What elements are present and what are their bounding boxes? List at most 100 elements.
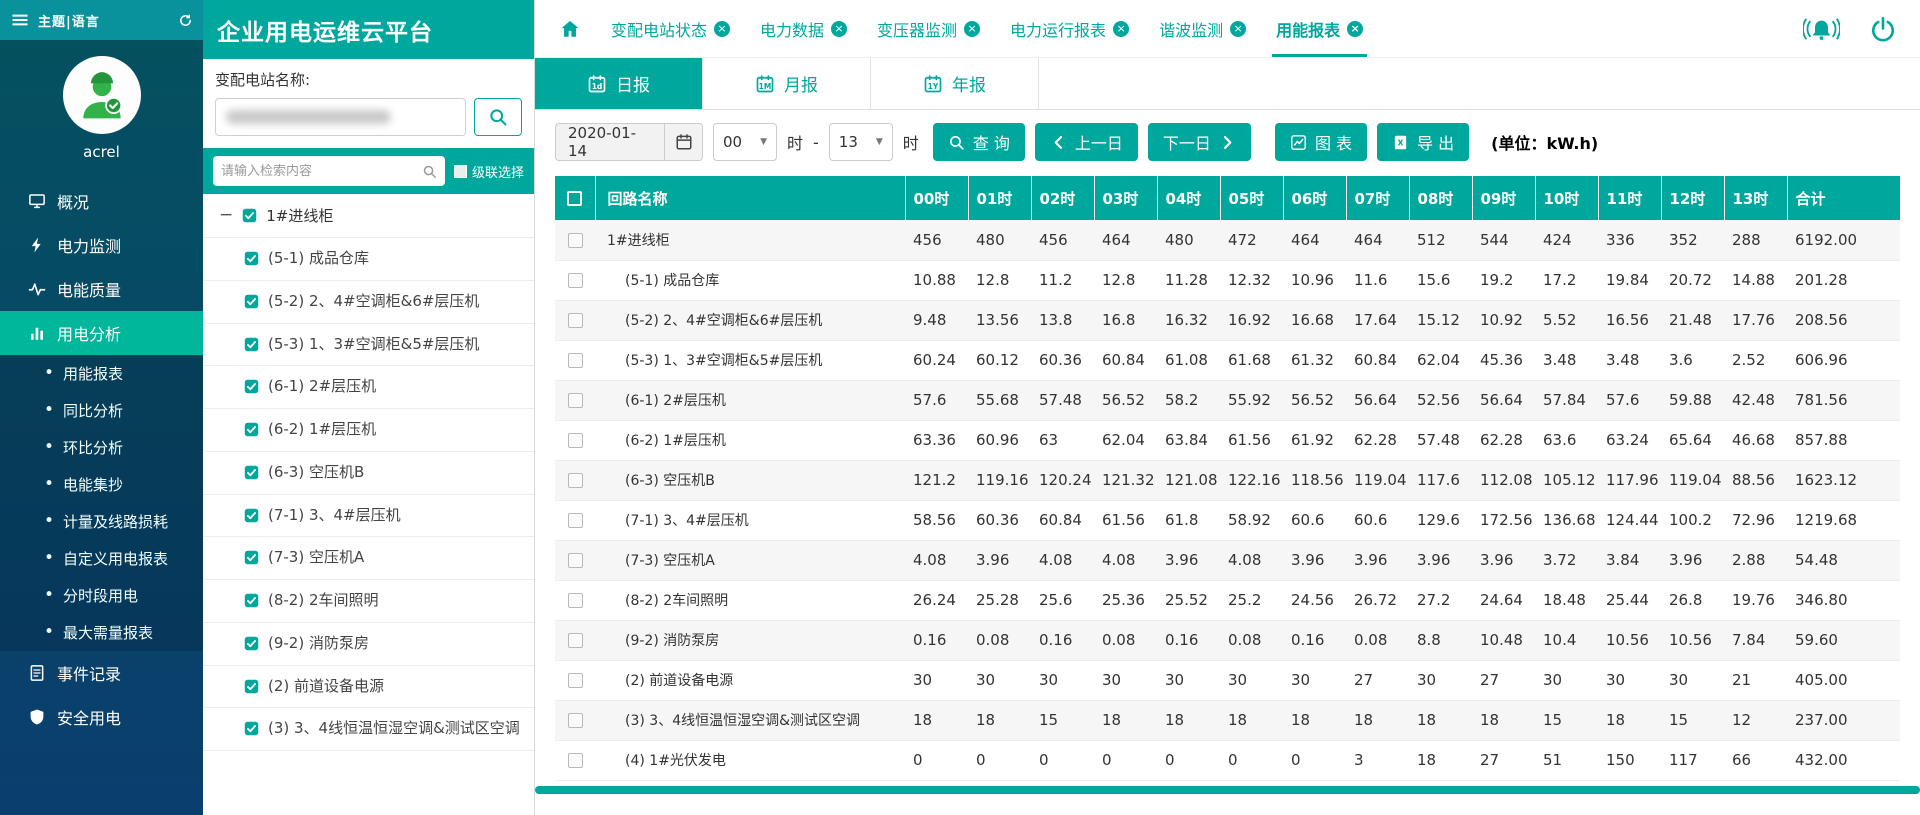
row-checkbox[interactable] (568, 753, 583, 768)
checked-checkbox-icon[interactable] (243, 336, 260, 353)
row-checkbox[interactable] (568, 713, 583, 728)
checked-checkbox-icon[interactable] (243, 378, 260, 395)
tree-item[interactable]: (6-2) 1#层压机 (203, 409, 534, 452)
row-checkbox[interactable] (568, 433, 583, 448)
collapse-icon[interactable]: − (219, 207, 233, 224)
refresh-icon[interactable] (178, 13, 193, 28)
row-checkbox[interactable] (568, 633, 583, 648)
row-checkbox[interactable] (568, 273, 583, 288)
tree-item[interactable]: (8-2) 2车间照明 (203, 580, 534, 623)
tree-item[interactable]: (5-1) 成品仓库 (203, 238, 534, 281)
station-search-button[interactable] (474, 98, 522, 136)
sidebar-subitem[interactable]: •环比分析 (0, 429, 203, 466)
row-checkbox[interactable] (568, 553, 583, 568)
sidebar-subitem[interactable]: •同比分析 (0, 392, 203, 429)
checked-checkbox-icon[interactable] (243, 507, 260, 524)
hour-to-select[interactable]: 13 ▼ (829, 123, 893, 161)
prev-day-button[interactable]: 上一日 (1035, 123, 1138, 161)
close-icon[interactable]: × (714, 21, 730, 37)
sidebar-item[interactable]: 概况 (0, 179, 203, 223)
sidebar-item[interactable]: 电能质量 (0, 267, 203, 311)
checked-checkbox-icon[interactable] (243, 592, 260, 609)
nav-tab[interactable]: 变压器监测× (877, 0, 980, 57)
calendar-icon[interactable] (664, 124, 702, 160)
checked-checkbox-icon[interactable] (241, 207, 258, 224)
tree-item[interactable]: (3) 3、4线恒温恒湿空调&测试区空调 (203, 708, 534, 751)
sidebar-subitem[interactable]: •用能报表 (0, 355, 203, 392)
checked-checkbox-icon[interactable] (243, 464, 260, 481)
tree-item[interactable]: (6-1) 2#层压机 (203, 366, 534, 409)
report-tab[interactable]: 1M月报 (703, 58, 871, 109)
checked-checkbox-icon[interactable] (243, 678, 260, 695)
close-icon[interactable]: × (964, 21, 980, 37)
date-value[interactable]: 2020-01-14 (556, 124, 664, 160)
hour-from-select[interactable]: 00 ▼ (713, 123, 777, 161)
cascade-select-option[interactable]: 级联选择 (454, 162, 524, 181)
checked-checkbox-icon[interactable] (243, 635, 260, 652)
sidebar-subitem[interactable]: •分时段用电 (0, 577, 203, 614)
row-checkbox[interactable] (568, 673, 583, 688)
sidebar-item[interactable]: 用电分析 (0, 311, 203, 355)
close-icon[interactable]: × (1347, 21, 1363, 37)
row-checkbox[interactable] (568, 353, 583, 368)
sidebar-item[interactable]: 电力监测 (0, 223, 203, 267)
hamburger-icon[interactable] (10, 10, 30, 30)
checked-checkbox-icon[interactable] (243, 250, 260, 267)
report-tab[interactable]: 1d日报 (535, 58, 703, 109)
row-checkbox[interactable] (568, 393, 583, 408)
nav-tab[interactable]: 谐波监测× (1159, 0, 1246, 57)
nav-tab[interactable]: 变配电站状态× (611, 0, 730, 57)
tree-search-field[interactable] (213, 156, 445, 186)
checked-checkbox-icon[interactable] (243, 293, 260, 310)
tree-root-node[interactable]: − 1#进线柜 (203, 194, 534, 238)
select-all-checkbox[interactable] (567, 191, 582, 206)
horizontal-scrollbar[interactable] (535, 786, 1920, 794)
checked-checkbox-icon[interactable] (243, 421, 260, 438)
export-button[interactable]: X导 出 (1377, 123, 1469, 161)
tree-item[interactable]: (5-3) 1、3#空调柜&5#层压机 (203, 324, 534, 367)
tree-item[interactable]: (2) 前道设备电源 (203, 666, 534, 709)
row-checkbox[interactable] (568, 593, 583, 608)
nav-tab[interactable]: 电力运行报表× (1010, 0, 1129, 57)
cascade-checkbox[interactable] (454, 165, 467, 178)
row-checkbox[interactable] (568, 313, 583, 328)
sidebar-item[interactable]: 事件记录 (0, 651, 203, 695)
next-day-button[interactable]: 下一日 (1148, 123, 1251, 161)
nav-tab[interactable]: 用能报表× (1276, 0, 1363, 57)
value-cell: 57.84 (1535, 380, 1598, 420)
sidebar-item[interactable]: 安全用电 (0, 695, 203, 739)
avatar[interactable] (63, 56, 141, 134)
tree-item[interactable]: (7-1) 3、4#层压机 (203, 495, 534, 538)
checked-checkbox-icon[interactable] (243, 549, 260, 566)
sidebar-subitem[interactable]: •最大需量报表 (0, 614, 203, 651)
tree-item[interactable]: (9-2) 消防泵房 (203, 623, 534, 666)
home-icon[interactable] (559, 18, 581, 40)
value-cell: 15 (1661, 700, 1724, 740)
station-name-input[interactable] (215, 98, 466, 136)
checked-checkbox-icon[interactable] (243, 720, 260, 737)
sidebar-subitem[interactable]: •电能集抄 (0, 466, 203, 503)
close-icon[interactable]: × (1113, 21, 1129, 37)
row-checkbox[interactable] (568, 233, 583, 248)
tree-item[interactable]: (5-2) 2、4#空调柜&6#层压机 (203, 281, 534, 324)
chart-button[interactable]: 图 表 (1275, 123, 1367, 161)
date-picker[interactable]: 2020-01-14 (555, 123, 703, 161)
tree-item-label: (3) 3、4线恒温恒湿空调&测试区空调 (268, 718, 520, 740)
power-off-icon[interactable] (1870, 16, 1896, 42)
notification-bell-icon[interactable] (1803, 16, 1840, 42)
theme-language-label[interactable]: 主题|语言 (38, 11, 100, 30)
query-button[interactable]: 查 询 (933, 123, 1025, 161)
close-icon[interactable]: × (831, 21, 847, 37)
row-checkbox[interactable] (568, 513, 583, 528)
table-row: (5-2) 2、4#空调柜&6#层压机9.4813.5613.816.816.3… (555, 300, 1900, 340)
tree-item[interactable]: (7-3) 空压机A (203, 537, 534, 580)
nav-tab[interactable]: 电力数据× (760, 0, 847, 57)
sidebar-subitem[interactable]: •自定义用电报表 (0, 540, 203, 577)
sidebar-subitem[interactable]: •计量及线路损耗 (0, 503, 203, 540)
value-cell: 65.64 (1661, 420, 1724, 460)
tree-search-input[interactable] (221, 164, 418, 179)
report-tab[interactable]: 1Y年报 (871, 58, 1039, 109)
row-checkbox[interactable] (568, 473, 583, 488)
close-icon[interactable]: × (1230, 21, 1246, 37)
tree-item[interactable]: (6-3) 空压机B (203, 452, 534, 495)
